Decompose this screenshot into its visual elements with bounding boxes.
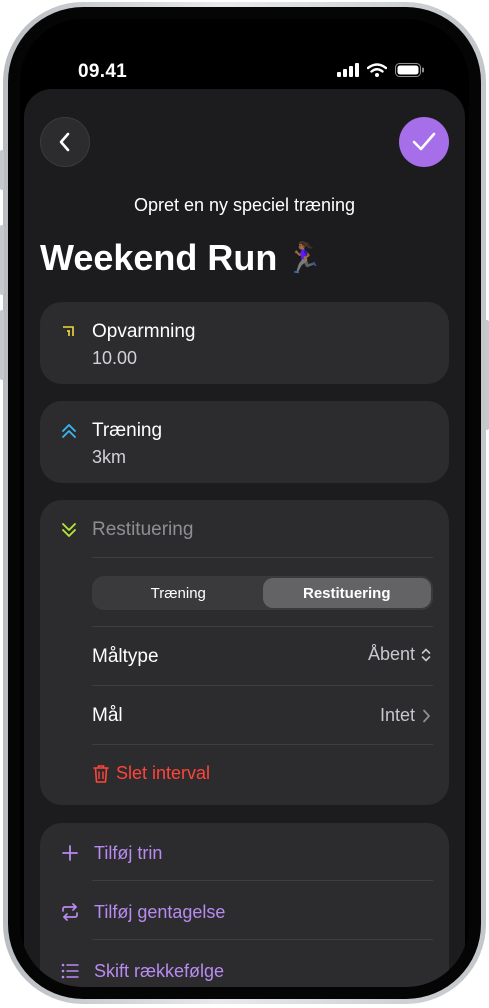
divider	[92, 880, 433, 881]
goal-type-label: Måltype	[92, 646, 159, 667]
battery-icon	[395, 63, 424, 77]
checkmark-icon	[412, 132, 436, 151]
repeat-icon	[60, 902, 80, 922]
step-name: Træning	[92, 420, 163, 441]
add-step-button[interactable]: Tilføj trin	[60, 833, 433, 873]
chevron-up-down-icon	[421, 647, 431, 662]
status-time: 09.41	[78, 61, 128, 82]
reorder-button[interactable]: Skift rækkefølge	[60, 951, 433, 987]
back-button[interactable]	[40, 117, 90, 167]
goal-picker[interactable]: Intet	[380, 705, 431, 726]
divider	[92, 557, 433, 558]
add-repeat-label: Tilføj gentagelse	[94, 901, 226, 922]
done-button[interactable]	[399, 117, 449, 167]
chevron-left-icon	[59, 132, 70, 152]
volume-down-button	[0, 310, 4, 380]
volume-up-button	[0, 225, 4, 295]
mute-switch	[0, 150, 4, 190]
add-step-label: Tilføj trin	[94, 842, 163, 863]
step-card-training[interactable]: Træning 3km	[40, 401, 449, 483]
step-name: Opvarmning	[92, 321, 196, 342]
screen: 09.41 Opret en ny speciel træning Weeken…	[20, 19, 469, 987]
goal-value: Intet	[379, 705, 415, 725]
step-type-segmented-control: Træning Restituering	[92, 576, 433, 610]
chevron-down-double-icon	[62, 523, 76, 537]
warmup-icon	[63, 326, 74, 336]
status-bar: 09.41	[20, 19, 469, 89]
chevron-up-double-icon	[62, 424, 76, 438]
goal-type-row[interactable]: Måltype Åbent	[40, 627, 449, 685]
delete-interval-button[interactable]: Slet interval	[92, 763, 210, 784]
workout-sheet: Opret en ny speciel træning Weekend Run …	[24, 89, 465, 987]
plus-icon	[60, 843, 80, 863]
sheet-subtitle: Opret en ny speciel træning	[133, 195, 356, 215]
goal-type-value: Åbent	[367, 644, 415, 664]
goal-row[interactable]: Mål Intet	[40, 686, 449, 744]
step-value: 10.00	[92, 348, 138, 368]
segment-training[interactable]: Træning	[94, 578, 263, 608]
chevron-right-icon	[423, 709, 430, 722]
step-card-warmup[interactable]: Opvarmning 10.00	[40, 302, 449, 384]
phone-frame: 09.41 Opret en ny speciel træning Weeken…	[3, 2, 486, 1004]
cellular-signal-icon	[337, 63, 359, 77]
workout-title-text: Weekend Run	[40, 237, 278, 278]
step-value: 3km	[92, 447, 127, 467]
step-name[interactable]: Restituering	[92, 519, 193, 541]
side-button	[485, 320, 489, 430]
wifi-icon	[367, 63, 387, 77]
status-icons	[337, 63, 425, 77]
list-icon	[60, 961, 80, 981]
goal-type-picker[interactable]: Åbent	[368, 644, 431, 665]
divider	[92, 939, 433, 940]
segment-recovery[interactable]: Restituering	[262, 578, 431, 608]
delete-interval-label: Slet interval	[116, 763, 211, 783]
phone-bezel: 09.41 Opret en ny speciel træning Weeken…	[8, 7, 481, 999]
runner-emoji-icon: 🏃🏾‍♀️	[285, 241, 323, 275]
reorder-label: Skift rækkefølge	[94, 960, 225, 981]
step-card-recovery-expanded: Restituering Træning Restituering Måltyp…	[40, 500, 449, 805]
trash-icon	[93, 764, 109, 783]
add-repeat-button[interactable]: Tilføj gentagelse	[60, 892, 433, 932]
divider	[92, 744, 433, 745]
workout-title[interactable]: Weekend Run 🏃🏾‍♀️	[40, 237, 323, 279]
actions-card: Tilføj trin Tilføj gentagelse Skift rækk…	[40, 823, 449, 987]
goal-label: Mål	[92, 705, 123, 726]
